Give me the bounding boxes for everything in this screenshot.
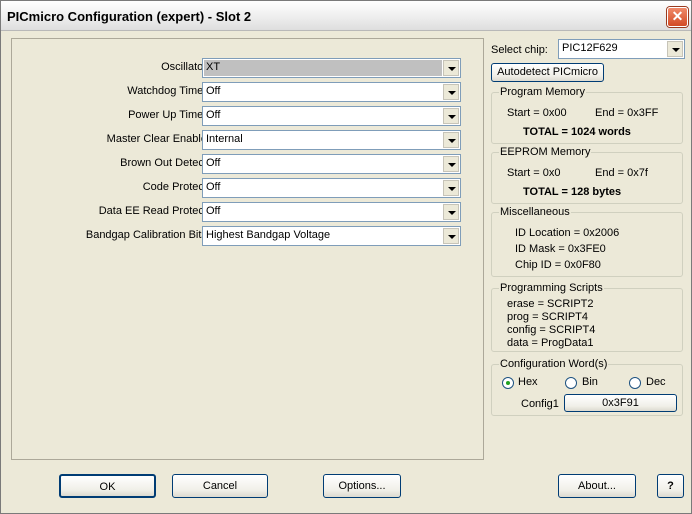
eeprom-end: End = 0x7f xyxy=(595,167,648,179)
dec-radio[interactable] xyxy=(629,377,641,389)
brown-out-select[interactable]: Off xyxy=(202,154,461,174)
config1-value-button[interactable]: 0x3F91 xyxy=(564,394,677,412)
bin-radio[interactable] xyxy=(565,377,577,389)
chevron-down-icon[interactable] xyxy=(443,156,459,172)
configuration-words-title: Configuration Word(s) xyxy=(499,358,609,370)
id-location: ID Location = 0x2006 xyxy=(515,227,620,239)
eeprom-total: TOTAL = 128 bytes xyxy=(523,186,622,198)
chip-value: PIC12F629 xyxy=(562,42,618,54)
config-row-watchdog: Watchdog Timer: Off xyxy=(12,82,472,102)
hex-radio-label[interactable]: Hex xyxy=(518,376,538,388)
watchdog-label: Watchdog Timer: xyxy=(127,85,210,97)
power-up-value: Off xyxy=(206,109,221,121)
chevron-down-icon[interactable] xyxy=(443,228,459,244)
script-config: config = SCRIPT4 xyxy=(507,324,596,336)
config-row-master-clear: Master Clear Enable: Internal xyxy=(12,130,472,150)
oscillator-value: XT xyxy=(204,60,442,76)
chevron-down-icon[interactable] xyxy=(443,132,459,148)
code-protect-select[interactable]: Off xyxy=(202,178,461,198)
data-ee-protect-label: Data EE Read Protect: xyxy=(98,205,210,217)
bin-radio-label[interactable]: Bin xyxy=(582,376,598,388)
dec-radio-label[interactable]: Dec xyxy=(646,376,666,388)
brown-out-value: Off xyxy=(206,157,221,169)
eeprom-memory-title: EEPROM Memory xyxy=(499,146,592,158)
config-fields-panel: Oscillator: XT Watchdog Timer: Off Power… xyxy=(11,38,484,460)
watchdog-value: Off xyxy=(206,85,221,97)
eeprom-start: Start = 0x0 xyxy=(507,167,561,179)
programming-scripts-title: Programming Scripts xyxy=(499,282,604,294)
chevron-down-icon[interactable] xyxy=(443,108,459,124)
master-clear-label: Master Clear Enable: xyxy=(106,133,210,145)
chevron-down-icon[interactable] xyxy=(443,204,459,220)
data-ee-protect-select[interactable]: Off xyxy=(202,202,461,222)
config-row-oscillator: Oscillator: XT xyxy=(12,58,472,78)
ok-button[interactable]: OK xyxy=(59,474,156,498)
bandgap-value: Highest Bandgap Voltage xyxy=(206,229,331,241)
help-button[interactable]: ? xyxy=(657,474,684,498)
autodetect-button[interactable]: Autodetect PICmicro xyxy=(491,63,604,82)
watchdog-select[interactable]: Off xyxy=(202,82,461,102)
chevron-down-icon[interactable] xyxy=(443,180,459,196)
config-row-brown-out: Brown Out Detect: Off xyxy=(12,154,472,174)
power-up-select[interactable]: Off xyxy=(202,106,461,126)
chip-id: Chip ID = 0x0F80 xyxy=(515,259,601,271)
script-data: data = ProgData1 xyxy=(507,337,594,349)
master-clear-value: Internal xyxy=(206,133,243,145)
chevron-down-icon[interactable] xyxy=(667,41,683,57)
close-icon[interactable]: ✕ xyxy=(667,7,688,27)
miscellaneous-title: Miscellaneous xyxy=(499,206,571,218)
eeprom-memory-group: EEPROM Memory Start = 0x0 End = 0x7f TOT… xyxy=(491,146,683,204)
data-ee-protect-value: Off xyxy=(206,205,221,217)
select-chip-label: Select chip: xyxy=(491,44,548,56)
program-memory-total: TOTAL = 1024 words xyxy=(523,126,631,138)
hex-radio[interactable] xyxy=(502,377,514,389)
config1-label: Config1 xyxy=(521,398,559,410)
config-row-power-up: Power Up Timer: Off xyxy=(12,106,472,126)
options-button[interactable]: Options... xyxy=(323,474,401,498)
config-row-code-protect: Code Protect: Off xyxy=(12,178,472,198)
brown-out-label: Brown Out Detect: xyxy=(120,157,210,169)
bandgap-label: Bandgap Calibration Bits: xyxy=(85,229,210,241)
code-protect-label: Code Protect: xyxy=(142,181,210,193)
script-prog: prog = SCRIPT4 xyxy=(507,311,589,323)
configuration-words-group: Configuration Word(s) Hex Bin Dec Config… xyxy=(491,358,683,416)
config-row-data-ee-protect: Data EE Read Protect: Off xyxy=(12,202,472,222)
code-protect-value: Off xyxy=(206,181,221,193)
about-button[interactable]: About... xyxy=(558,474,636,498)
programming-scripts-group: Programming Scripts erase = SCRIPT2 prog… xyxy=(491,282,683,352)
oscillator-select[interactable]: XT xyxy=(202,58,461,78)
master-clear-select[interactable]: Internal xyxy=(202,130,461,150)
config-dialog: PICmicro Configuration (expert) - Slot 2… xyxy=(0,0,692,514)
program-memory-group: Program Memory Start = 0x00 End = 0x3FF … xyxy=(491,86,683,144)
chip-select[interactable]: PIC12F629 xyxy=(558,39,685,59)
program-memory-end: End = 0x3FF xyxy=(595,107,659,119)
id-mask: ID Mask = 0x3FE0 xyxy=(515,243,606,255)
miscellaneous-group: Miscellaneous ID Location = 0x2006 ID Ma… xyxy=(491,206,683,277)
power-up-label: Power Up Timer: xyxy=(128,109,210,121)
program-memory-start: Start = 0x00 xyxy=(507,107,567,119)
chevron-down-icon[interactable] xyxy=(443,84,459,100)
program-memory-title: Program Memory xyxy=(499,86,586,98)
script-erase: erase = SCRIPT2 xyxy=(507,298,594,310)
bandgap-select[interactable]: Highest Bandgap Voltage xyxy=(202,226,461,246)
cancel-button[interactable]: Cancel xyxy=(172,474,268,498)
title-bar[interactable]: PICmicro Configuration (expert) - Slot 2… xyxy=(1,1,691,31)
config-row-bandgap: Bandgap Calibration Bits: Highest Bandga… xyxy=(12,226,472,246)
window-title: PICmicro Configuration (expert) - Slot 2 xyxy=(7,9,252,24)
chevron-down-icon[interactable] xyxy=(443,60,459,76)
